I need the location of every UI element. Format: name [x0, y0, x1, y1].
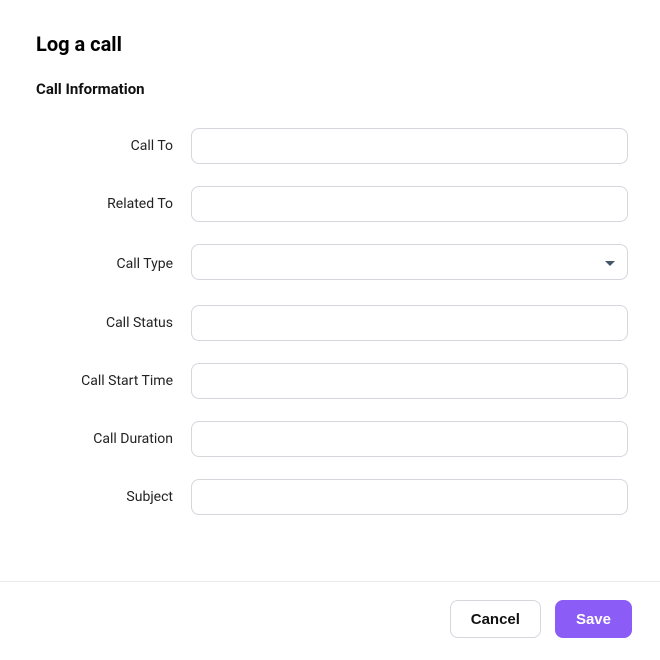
form-body[interactable]: Call To Related To Call Type [0, 106, 652, 581]
input-call-duration[interactable] [191, 421, 628, 457]
row-subject: Subject [36, 479, 628, 515]
label-call-to: Call To [36, 138, 191, 154]
row-related-to: Related To [36, 186, 628, 222]
section-title: Call Information [0, 68, 660, 106]
input-call-start-time[interactable] [191, 363, 628, 399]
log-call-dialog: Log a call Call Information Call To Rela… [0, 0, 660, 660]
input-call-status[interactable] [191, 305, 628, 341]
label-call-type: Call Type [36, 256, 191, 272]
row-call-type: Call Type [36, 244, 628, 283]
label-subject: Subject [36, 489, 191, 505]
label-call-duration: Call Duration [36, 431, 191, 447]
input-call-to[interactable] [191, 128, 628, 164]
input-related-to[interactable] [191, 186, 628, 222]
label-call-start-time: Call Start Time [36, 373, 191, 389]
save-button[interactable]: Save [555, 600, 632, 638]
select-call-type[interactable] [191, 244, 628, 283]
dialog-footer: Cancel Save [0, 581, 660, 660]
row-call-status: Call Status [36, 305, 628, 341]
row-call-to: Call To [36, 128, 628, 164]
row-call-duration: Call Duration [36, 421, 628, 457]
label-related-to: Related To [36, 196, 191, 212]
label-call-status: Call Status [36, 315, 191, 331]
cancel-button[interactable]: Cancel [450, 600, 541, 638]
dialog-title: Log a call [36, 32, 624, 56]
dialog-header: Log a call [0, 0, 660, 68]
input-subject[interactable] [191, 479, 628, 515]
select-call-type-button[interactable] [191, 244, 628, 280]
row-call-start-time: Call Start Time [36, 363, 628, 399]
